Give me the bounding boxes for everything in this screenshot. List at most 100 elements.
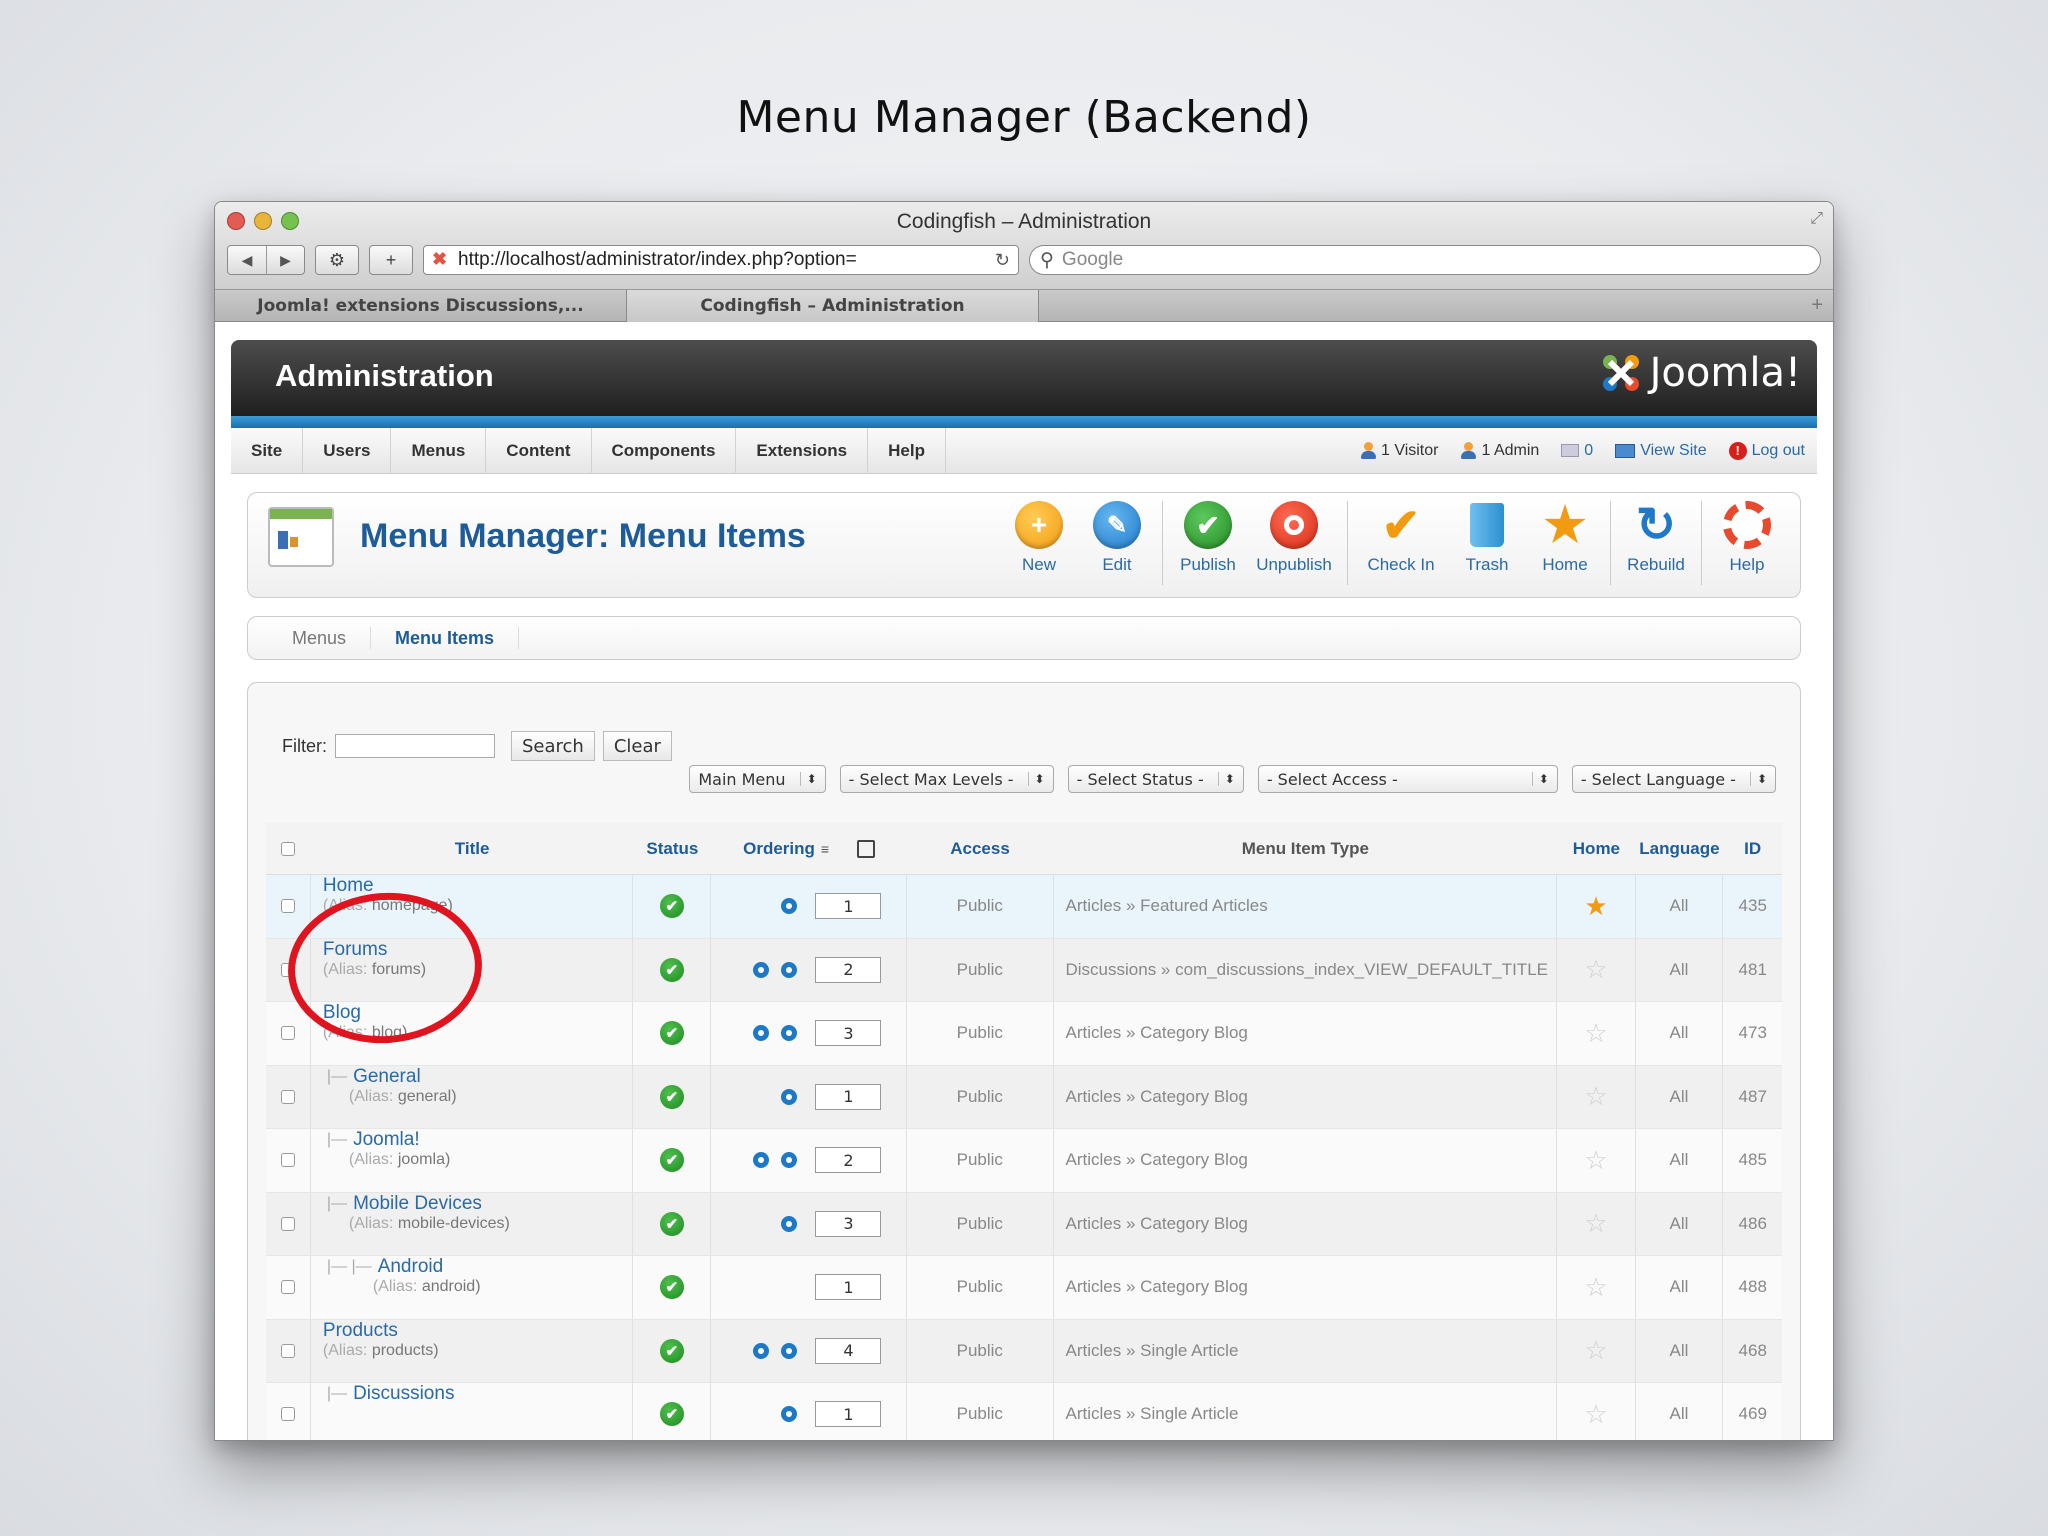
move-down-icon[interactable]: [781, 1342, 798, 1359]
published-check-icon[interactable]: ✔: [659, 1148, 684, 1173]
row-checkbox[interactable]: [266, 1256, 311, 1319]
publish-button[interactable]: ✔ Publish: [1169, 501, 1247, 575]
order-input[interactable]: 1: [815, 893, 882, 920]
published-check-icon[interactable]: ✔: [659, 894, 684, 919]
row-checkbox[interactable]: [266, 1065, 311, 1128]
order-input[interactable]: 3: [815, 1210, 882, 1237]
item-title-link[interactable]: Blog: [323, 1002, 361, 1024]
move-up-icon[interactable]: [781, 1215, 798, 1232]
col-home[interactable]: Home: [1557, 823, 1635, 874]
row-checkbox[interactable]: [266, 1319, 311, 1382]
col-title[interactable]: Title: [311, 823, 633, 874]
checkin-button[interactable]: ✔ Check In: [1354, 499, 1448, 575]
unpublish-button[interactable]: Unpublish: [1247, 501, 1341, 575]
add-bookmark-button[interactable]: +: [369, 245, 413, 275]
item-title-link[interactable]: Products: [323, 1320, 398, 1342]
tab-menu-items[interactable]: Menu Items: [371, 627, 520, 649]
address-bar[interactable]: ✖ http://localhost/administrator/index.p…: [423, 245, 1019, 275]
set-home-star-icon[interactable]: ☆: [1584, 1399, 1607, 1430]
move-down-icon[interactable]: [781, 898, 798, 915]
menu-extensions[interactable]: Extensions: [736, 427, 869, 474]
fullscreen-icon[interactable]: ⤢: [1810, 210, 1823, 228]
tab-menus[interactable]: Menus: [268, 627, 372, 649]
access-select[interactable]: - Select Access - ⬍: [1257, 765, 1558, 793]
move-down-icon[interactable]: [781, 1152, 798, 1169]
row-checkbox[interactable]: [266, 1383, 311, 1440]
trash-button[interactable]: Trash: [1448, 501, 1526, 575]
order-input[interactable]: 2: [815, 1147, 882, 1174]
menu-help[interactable]: Help: [868, 427, 946, 474]
reload-icon[interactable]: ↻: [995, 250, 1010, 271]
menu-users[interactable]: Users: [303, 427, 392, 474]
row-checkbox[interactable]: [266, 1192, 311, 1255]
move-down-icon[interactable]: [781, 961, 798, 978]
menu-components[interactable]: Components: [592, 427, 737, 474]
clear-button[interactable]: Clear: [602, 731, 672, 761]
edit-button[interactable]: ✎ Edit: [1078, 501, 1156, 575]
home-button[interactable]: ★ Home: [1526, 499, 1604, 575]
status-select[interactable]: - Select Status - ⬍: [1067, 765, 1244, 793]
new-button[interactable]: + New: [1000, 501, 1078, 575]
move-up-icon[interactable]: [753, 1342, 770, 1359]
move-up-icon[interactable]: [753, 1025, 770, 1042]
menu-menus[interactable]: Menus: [391, 427, 487, 474]
move-up-icon[interactable]: [753, 1152, 770, 1169]
forward-button[interactable]: ▶: [266, 246, 304, 274]
col-ordering[interactable]: Ordering ≡: [711, 823, 906, 874]
published-check-icon[interactable]: ✔: [659, 1275, 684, 1300]
order-input[interactable]: 4: [815, 1337, 882, 1364]
menu-select[interactable]: Main Menu ⬍: [689, 765, 826, 793]
col-id[interactable]: ID: [1723, 823, 1782, 874]
max-levels-select[interactable]: - Select Max Levels - ⬍: [839, 765, 1054, 793]
browser-search-field[interactable]: ⚲ Google: [1029, 245, 1821, 275]
move-down-icon[interactable]: [781, 1025, 798, 1042]
browser-tab-active[interactable]: Codingfish – Administration: [627, 290, 1039, 322]
view-site-link[interactable]: View Site: [1615, 442, 1707, 460]
rebuild-button[interactable]: ↻ Rebuild: [1617, 499, 1695, 575]
item-title-link[interactable]: Discussions: [353, 1383, 454, 1405]
browser-tab[interactable]: Joomla! extensions Discussions,...: [215, 290, 627, 322]
filter-search-input[interactable]: [335, 734, 495, 758]
set-home-star-icon[interactable]: ☆: [1584, 1208, 1607, 1239]
set-home-star-icon[interactable]: ☆: [1584, 1081, 1607, 1112]
menu-site[interactable]: Site: [231, 427, 304, 474]
published-check-icon[interactable]: ✔: [659, 1084, 684, 1109]
item-title-link[interactable]: Joomla!: [353, 1129, 420, 1151]
logout-link[interactable]: ! Log out: [1728, 441, 1805, 460]
col-language[interactable]: Language: [1635, 823, 1723, 874]
search-button[interactable]: Search: [511, 731, 595, 761]
save-order-icon[interactable]: [857, 839, 876, 858]
language-select[interactable]: - Select Language - ⬍: [1571, 765, 1776, 793]
messages-status[interactable]: 0: [1561, 442, 1593, 460]
settings-gear-icon[interactable]: ⚙: [315, 245, 359, 275]
order-input[interactable]: 3: [815, 1020, 882, 1047]
row-checkbox[interactable]: [266, 938, 311, 1001]
sort-icon[interactable]: ≡: [821, 841, 829, 857]
select-all-checkbox[interactable]: [266, 823, 311, 874]
item-title-link[interactable]: Android: [378, 1256, 444, 1278]
col-status[interactable]: Status: [633, 823, 711, 874]
new-tab-button[interactable]: +: [1811, 294, 1823, 317]
row-checkbox[interactable]: [266, 1129, 311, 1192]
col-access[interactable]: Access: [907, 823, 1054, 874]
published-check-icon[interactable]: ✔: [659, 1402, 684, 1427]
published-check-icon[interactable]: ✔: [659, 1338, 684, 1363]
published-check-icon[interactable]: ✔: [659, 1211, 684, 1236]
set-home-star-icon[interactable]: ☆: [1584, 1018, 1607, 1049]
order-input[interactable]: 1: [815, 1274, 882, 1301]
order-input[interactable]: 1: [815, 1401, 882, 1428]
item-title-link[interactable]: Home: [323, 875, 374, 897]
help-button[interactable]: Help: [1708, 501, 1786, 575]
move-up-icon[interactable]: [753, 961, 770, 978]
set-home-star-icon[interactable]: ☆: [1584, 1335, 1607, 1366]
move-down-icon[interactable]: [781, 1406, 798, 1423]
set-home-star-icon[interactable]: ☆: [1584, 1145, 1607, 1176]
row-checkbox[interactable]: [266, 1002, 311, 1065]
published-check-icon[interactable]: ✔: [659, 1021, 684, 1046]
published-check-icon[interactable]: ✔: [659, 957, 684, 982]
move-down-icon[interactable]: [781, 1088, 798, 1105]
order-input[interactable]: 1: [815, 1083, 882, 1110]
menu-content[interactable]: Content: [486, 427, 592, 474]
order-input[interactable]: 2: [815, 956, 882, 983]
row-checkbox[interactable]: [266, 875, 311, 938]
